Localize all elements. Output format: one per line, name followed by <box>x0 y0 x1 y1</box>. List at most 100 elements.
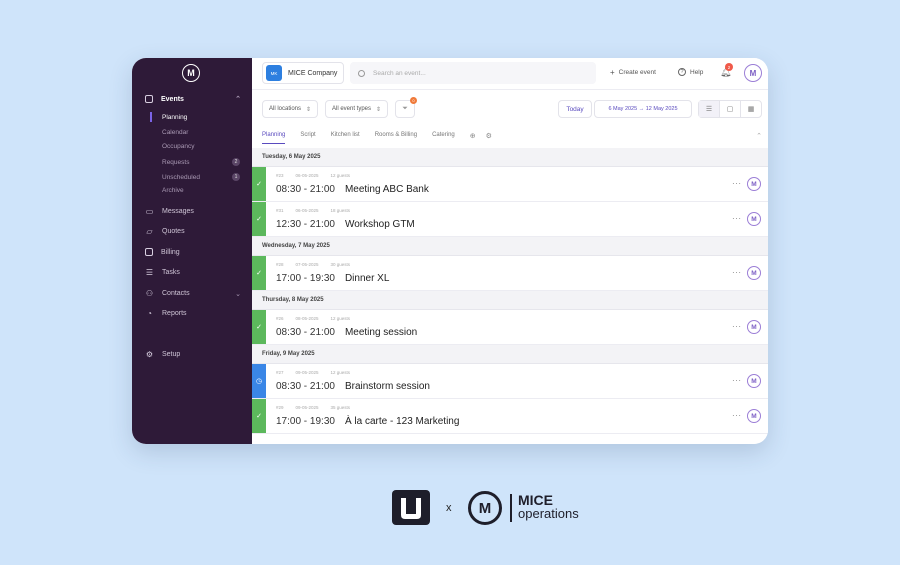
event-owner-avatar[interactable]: M <box>747 177 761 191</box>
event-time: 08:30 - 21:00 <box>276 381 335 392</box>
sidebar-sub-label: Calendar <box>162 129 189 136</box>
sidebar-sub-planning[interactable]: Planning <box>162 114 242 121</box>
event-owner-avatar[interactable]: M <box>747 409 761 423</box>
event-row[interactable]: ✓ #31 06-05-2025 18 guests 12:30 - 21:00… <box>252 202 768 237</box>
topbar: MK MICE Company Search an event... + Cre… <box>252 58 768 90</box>
sidebar-item-reports[interactable]: ◔ Reports <box>145 309 241 318</box>
avatar[interactable]: M <box>744 64 762 82</box>
more-options-icon[interactable]: ··· <box>732 268 742 277</box>
more-options-icon[interactable]: ··· <box>732 322 742 331</box>
filter-button[interactable]: ⏷ 0 <box>395 97 417 118</box>
app-window: M Events ⌃ Planning Calendar Occupancy R… <box>132 58 768 444</box>
event-meta: #27 09-05-2025 12 guests <box>276 370 362 375</box>
folder-icon: ▱ <box>146 227 153 236</box>
event-meta: #26 08-05-2025 12 guests <box>276 316 362 321</box>
tab-rooms-billing[interactable]: Rooms & Billing <box>375 132 417 143</box>
filter-icon: ⏷ <box>402 105 408 112</box>
locations-label: All locations <box>269 106 302 112</box>
sidebar-item-quotes[interactable]: ▱ Quotes <box>145 227 241 236</box>
grid-view-icon[interactable]: ▦ <box>741 101 761 117</box>
locations-dropdown[interactable]: All locations ⇕ <box>262 100 319 118</box>
tab-script[interactable]: Script <box>300 132 315 143</box>
search-input[interactable]: Search an event... <box>350 62 596 84</box>
sidebar-item-contacts[interactable]: ⚇ Contacts ⌄ <box>145 289 241 298</box>
company-name: MICE Company <box>288 69 338 77</box>
day-header: Wednesday, 7 May 2025 <box>252 237 768 256</box>
event-meta: #23 06-05-2025 12 guests <box>276 173 362 178</box>
notifications-button[interactable]: 🔔︎ 2 <box>720 63 733 78</box>
event-title[interactable]: Brainstorm session <box>345 381 430 392</box>
event-guests: 18 guests <box>330 208 351 213</box>
sidebar-sub-requests[interactable]: Requests 2 <box>162 158 242 166</box>
create-event-label: Create event <box>618 69 656 76</box>
tab-catering[interactable]: Catering <box>432 132 455 143</box>
sidebar-item-setup[interactable]: ⚙ Setup <box>145 350 241 359</box>
active-indicator <box>150 112 152 122</box>
event-types-label: All event types <box>332 106 372 112</box>
event-meta: #31 06-05-2025 18 guests <box>276 208 362 213</box>
event-title[interactable]: Meeting session <box>345 327 417 338</box>
sidebar-item-billing[interactable]: Billing <box>145 248 241 256</box>
event-title[interactable]: Workshop GTM <box>345 219 415 230</box>
tab-bar: Planning Script Kitchen list Rooms & Bil… <box>262 132 768 148</box>
sidebar-sub-unscheduled[interactable]: Unscheduled 1 <box>162 173 242 181</box>
sidebar-sub-archive[interactable]: Archive <box>162 187 242 194</box>
sidebar-item-label: Reports <box>162 310 187 317</box>
collapse-icon[interactable]: ⌃ <box>756 132 762 140</box>
chevron-up-icon: ⌃ <box>235 96 241 103</box>
event-owner-avatar[interactable]: M <box>747 320 761 334</box>
event-title[interactable]: Meeting ABC Bank <box>345 184 429 195</box>
event-types-dropdown[interactable]: All event types ⇕ <box>325 100 389 118</box>
sidebar-item-tasks[interactable]: ☰ Tasks <box>145 268 241 277</box>
event-time: 08:30 - 21:00 <box>276 184 335 195</box>
sidebar-sub-occupancy[interactable]: Occupancy <box>162 143 242 150</box>
count-badge: 1 <box>232 173 240 181</box>
list-view-icon[interactable]: ☰ <box>699 101 720 117</box>
app-logo[interactable]: M <box>182 64 200 82</box>
event-owner-avatar[interactable]: M <box>747 374 761 388</box>
event-row[interactable]: ✓ #23 06-05-2025 12 guests 08:30 - 21:00… <box>252 167 768 202</box>
event-time: 08:30 - 21:00 <box>276 327 335 338</box>
event-line: 08:30 - 21:00 Meeting session <box>276 327 417 338</box>
event-id: #23 <box>276 173 284 178</box>
calendar-view-icon[interactable]: ▢ <box>720 101 741 117</box>
event-title[interactable]: À la carte - 123 Marketing <box>345 416 460 427</box>
event-id: #31 <box>276 208 284 213</box>
event-owner-avatar[interactable]: M <box>747 266 761 280</box>
event-owner-avatar[interactable]: M <box>747 212 761 226</box>
invoice-icon <box>145 248 153 256</box>
help-label: Help <box>690 68 704 76</box>
sidebar-item-events[interactable]: Events ⌃ <box>145 95 241 103</box>
more-options-icon[interactable]: ··· <box>732 179 742 188</box>
sidebar-sub-calendar[interactable]: Calendar <box>162 129 242 136</box>
sidebar-item-messages[interactable]: ▭ Messages <box>145 207 241 216</box>
event-row[interactable]: ✓ #29 09-05-2025 35 guests 17:00 - 19:30… <box>252 399 768 434</box>
company-switcher[interactable]: MK MICE Company <box>262 62 345 84</box>
add-tab-icon[interactable]: ⊕ <box>470 132 476 140</box>
help-button[interactable]: ? Help <box>678 68 703 76</box>
event-row[interactable]: ✓ #28 07-05-2025 30 guests 17:00 - 19:30… <box>252 256 768 291</box>
event-row[interactable]: ✓ #26 08-05-2025 12 guests 08:30 - 21:00… <box>252 310 768 345</box>
event-list: Tuesday, 6 May 2025 ✓ #23 06-05-2025 12 … <box>252 148 768 434</box>
calendar-icon <box>145 95 153 103</box>
tab-kitchen-list[interactable]: Kitchen list <box>331 132 360 143</box>
sidebar-item-label: Events <box>161 95 184 103</box>
help-icon: ? <box>678 68 686 76</box>
chat-icon: ▭ <box>145 207 154 216</box>
day-header: Friday, 9 May 2025 <box>252 345 768 364</box>
event-meta: #29 09-05-2025 35 guests <box>276 405 362 410</box>
create-event-button[interactable]: + Create event <box>610 68 656 77</box>
event-guests: 12 guests <box>330 370 351 375</box>
more-options-icon[interactable]: ··· <box>732 214 742 223</box>
chevron-down-icon: ⌄ <box>235 290 241 298</box>
tab-planning[interactable]: Planning <box>262 132 286 144</box>
today-button[interactable]: Today <box>558 100 592 118</box>
settings-icon[interactable]: ⚙ <box>486 132 492 140</box>
date-range-picker[interactable]: 6 May 2025 → 12 May 2025 <box>594 100 692 118</box>
filter-bar: All locations ⇕ All event types ⇕ ⏷ 0 To… <box>252 97 768 120</box>
event-id: #26 <box>276 316 284 321</box>
more-options-icon[interactable]: ··· <box>732 376 742 385</box>
more-options-icon[interactable]: ··· <box>732 411 742 420</box>
event-row[interactable]: ◷ #27 09-05-2025 12 guests 08:30 - 21:00… <box>252 364 768 399</box>
event-title[interactable]: Dinner XL <box>345 273 389 284</box>
